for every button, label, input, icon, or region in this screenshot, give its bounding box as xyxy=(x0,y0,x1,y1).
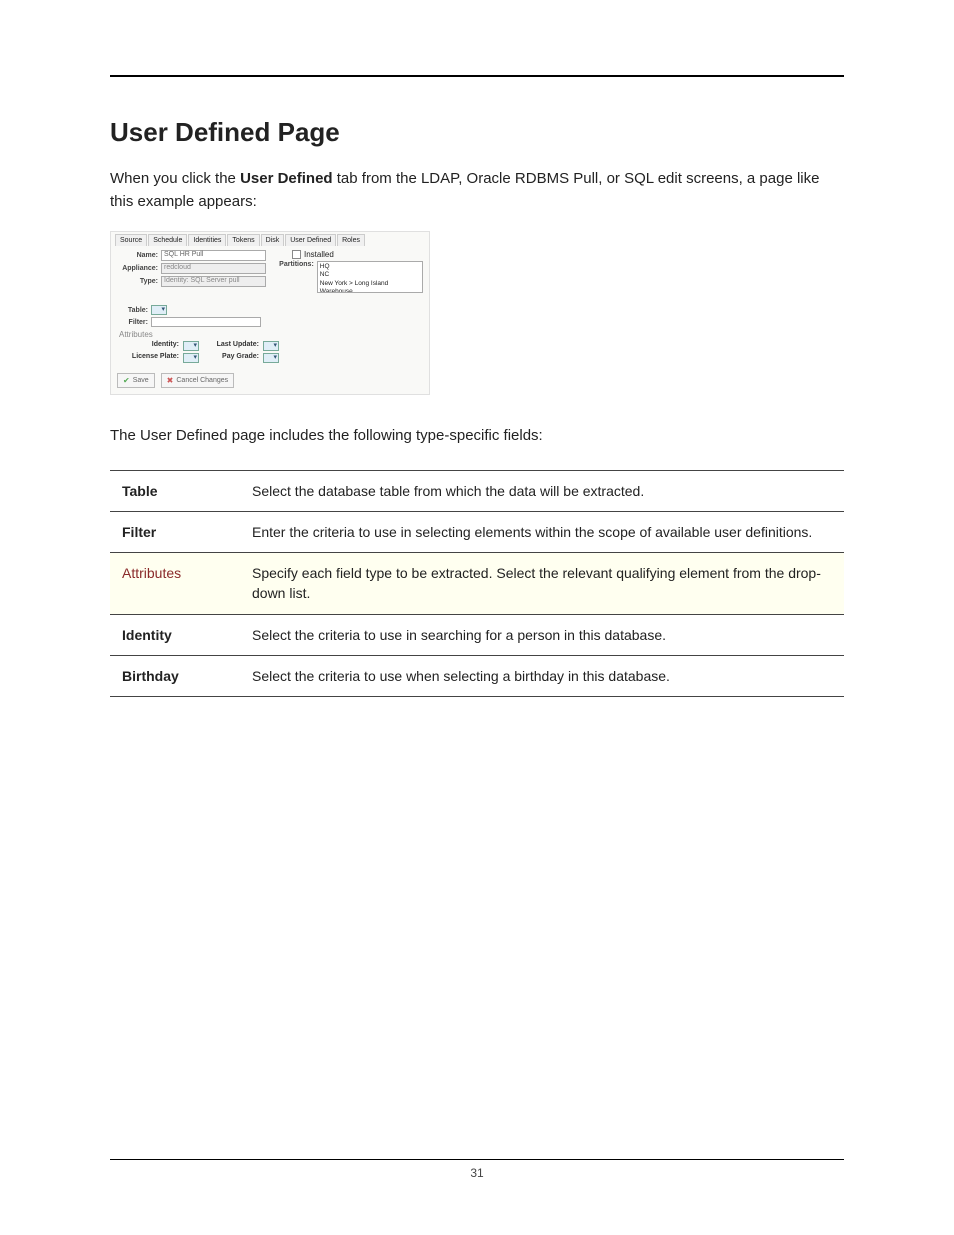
name-label: Name: xyxy=(117,252,161,259)
field-name: Identity xyxy=(110,614,240,655)
table-row: FilterEnter the criteria to use in selec… xyxy=(110,511,844,552)
field-desc: Select the criteria to use in searching … xyxy=(240,614,844,655)
table-row: TableSelect the database table from whic… xyxy=(110,470,844,511)
partition-item[interactable]: HQ xyxy=(320,263,420,271)
ui-tabs: Source Schedule Identities Tokens Disk U… xyxy=(111,232,429,246)
table-row: BirthdaySelect the criteria to use when … xyxy=(110,655,844,696)
partition-item[interactable]: New York > Long Island Warehouse xyxy=(320,280,420,293)
save-button[interactable]: ✔ Save xyxy=(117,373,155,388)
attr-license-select[interactable] xyxy=(183,353,199,363)
intro-bold: User Defined xyxy=(240,170,333,187)
partition-item[interactable]: NC xyxy=(320,271,420,279)
type-select[interactable]: Identity: SQL Server pull xyxy=(161,276,266,287)
attr-paygrade-select[interactable] xyxy=(263,353,279,363)
appliance-input: redcloud xyxy=(161,263,266,274)
table-select[interactable] xyxy=(151,305,167,315)
field-desc: Select the database table from which the… xyxy=(240,470,844,511)
table-row: IdentitySelect the criteria to use in se… xyxy=(110,614,844,655)
field-desc: Select the criteria to use when selectin… xyxy=(240,655,844,696)
field-name: Attributes xyxy=(110,553,240,615)
appliance-label: Appliance: xyxy=(117,265,161,272)
tab-user-defined[interactable]: User Defined xyxy=(285,234,336,246)
field-name: Table xyxy=(110,470,240,511)
tab-tokens[interactable]: Tokens xyxy=(227,234,259,246)
type-label: Type: xyxy=(117,278,161,285)
filter-input[interactable] xyxy=(151,317,261,327)
attr-identity-select[interactable] xyxy=(183,341,199,351)
fields-table: TableSelect the database table from whic… xyxy=(110,470,844,698)
attr-license-label: License Plate: xyxy=(123,353,179,363)
close-icon: ✖ xyxy=(167,376,174,385)
tab-identities[interactable]: Identities xyxy=(188,234,226,246)
tab-disk[interactable]: Disk xyxy=(261,234,285,246)
field-desc: Enter the criteria to use in selecting e… xyxy=(240,511,844,552)
cancel-label: Cancel Changes xyxy=(176,377,228,384)
footer-rule xyxy=(110,1159,844,1160)
page-heading: User Defined Page xyxy=(110,117,844,148)
installed-label: Installed xyxy=(304,250,334,259)
attr-paygrade-label: Pay Grade: xyxy=(203,353,259,363)
table-row: AttributesSpecify each field type to be … xyxy=(110,553,844,615)
field-name: Birthday xyxy=(110,655,240,696)
tab-source[interactable]: Source xyxy=(115,234,147,246)
check-icon: ✔ xyxy=(123,376,130,385)
tab-roles[interactable]: Roles xyxy=(337,234,365,246)
top-rule xyxy=(110,75,844,77)
attr-lastupdate-label: Last Update: xyxy=(203,341,259,351)
after-paragraph: The User Defined page includes the follo… xyxy=(110,425,844,448)
name-input[interactable]: SQL HR Pull xyxy=(161,250,266,261)
field-name: Filter xyxy=(110,511,240,552)
partitions-listbox[interactable]: HQ NC New York > Long Island Warehouse xyxy=(317,261,423,293)
intro-pre: When you click the xyxy=(110,170,240,187)
cancel-button[interactable]: ✖ Cancel Changes xyxy=(161,373,234,388)
partitions-label: Partitions: xyxy=(274,261,317,268)
embedded-ui-screenshot: Source Schedule Identities Tokens Disk U… xyxy=(110,231,430,395)
filter-label: Filter: xyxy=(117,319,151,326)
installed-checkbox[interactable] xyxy=(292,250,301,259)
attributes-heading: Attributes xyxy=(119,330,423,339)
save-label: Save xyxy=(133,377,149,384)
tab-schedule[interactable]: Schedule xyxy=(148,234,187,246)
intro-paragraph: When you click the User Defined tab from… xyxy=(110,168,844,213)
page-number: 31 xyxy=(0,1166,954,1180)
attr-identity-label: Identity: xyxy=(123,341,179,351)
field-desc: Specify each field type to be extracted.… xyxy=(240,553,844,615)
table-label: Table: xyxy=(117,307,151,314)
attr-lastupdate-select[interactable] xyxy=(263,341,279,351)
